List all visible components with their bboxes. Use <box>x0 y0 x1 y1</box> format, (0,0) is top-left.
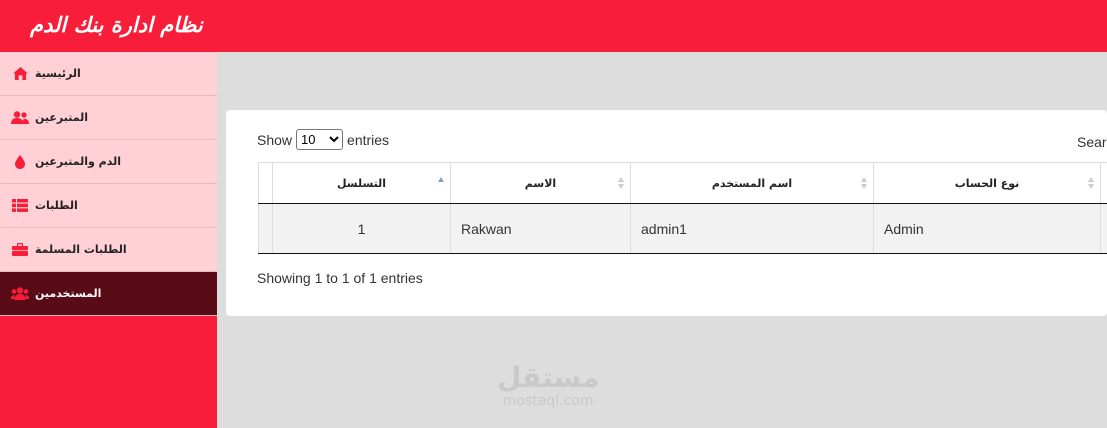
list-icon <box>11 199 29 213</box>
table-header-spacer <box>1100 163 1107 203</box>
home-icon <box>11 67 29 81</box>
main-content: Show 10 entries Sear التسلسل الاسم اسم ا… <box>217 52 1107 428</box>
watermark-arabic: مستقل <box>497 361 600 394</box>
watermark-latin: mostaql.com <box>502 393 594 409</box>
column-header-label: اسم المستخدم <box>711 176 793 190</box>
entries-label: entries <box>347 131 390 148</box>
sort-ascending-icon <box>438 177 444 189</box>
column-header-label: نوع الحساب <box>954 176 1020 190</box>
app-header: نظام ادارة بنك الدم <box>0 0 1107 52</box>
sidebar-item-requests[interactable]: الطلبات <box>0 184 217 228</box>
sidebar-item-donors[interactable]: المتبرعين <box>0 96 217 140</box>
table-cell-serial: 1 <box>272 204 450 253</box>
search-label: Sear <box>1077 134 1107 150</box>
table-body: 1 Rakwan admin1 Admin <box>258 204 1107 254</box>
table-cell-spacer <box>1100 204 1107 253</box>
sidebar-item-users[interactable]: المستخدمين <box>0 272 217 316</box>
sort-icon <box>618 177 624 189</box>
table-cell-username: admin1 <box>630 204 873 253</box>
sidebar: الرئيسية المتبرعين الدم والمتبرعين الطلب… <box>0 52 217 428</box>
users-icon <box>11 287 29 301</box>
page-length-control: Show 10 entries <box>257 129 389 150</box>
sidebar-item-delivered-requests[interactable]: الطلبات المسلمة <box>0 228 217 272</box>
sort-icon <box>1088 177 1094 189</box>
column-header-name[interactable]: الاسم <box>450 163 630 203</box>
page-length-select[interactable]: 10 <box>296 129 344 150</box>
column-header-username[interactable]: اسم المستخدم <box>630 163 873 203</box>
sidebar-item-label: الطلبات المسلمة <box>35 243 127 256</box>
table-cell-spacer <box>258 204 272 253</box>
sidebar-item-label: الطلبات <box>35 199 78 212</box>
table-header-spacer <box>258 163 272 203</box>
toolbox-icon <box>11 243 29 257</box>
sidebar-item-label: الدم والمتبرعين <box>35 155 121 168</box>
table-info: Showing 1 to 1 of 1 entries <box>257 270 423 286</box>
table-row[interactable]: 1 Rakwan admin1 Admin <box>258 204 1107 254</box>
watermark-logo: مستقل mostaql.com <box>497 361 600 410</box>
table-header: التسلسل الاسم اسم المستخدم نوع الحساب <box>258 163 1107 204</box>
users-table: التسلسل الاسم اسم المستخدم نوع الحساب 1 … <box>258 162 1107 254</box>
column-header-serial[interactable]: التسلسل <box>272 163 450 203</box>
sidebar-item-blood-donors[interactable]: الدم والمتبرعين <box>0 140 217 184</box>
sidebar-item-home[interactable]: الرئيسية <box>0 52 217 96</box>
users-table-card: Show 10 entries Sear التسلسل الاسم اسم ا… <box>226 110 1107 316</box>
table-cell-account-type: Admin <box>873 204 1100 253</box>
sidebar-item-label: الرئيسية <box>35 67 81 80</box>
column-header-account-type[interactable]: نوع الحساب <box>873 163 1100 203</box>
users-icon <box>11 111 29 125</box>
sidebar-item-label: المستخدمين <box>35 287 102 300</box>
show-label: Show <box>257 131 293 148</box>
app-title: نظام ادارة بنك الدم <box>30 12 203 37</box>
column-header-label: التسلسل <box>336 176 387 190</box>
table-cell-name: Rakwan <box>450 204 630 253</box>
column-header-label: الاسم <box>524 176 557 190</box>
sort-icon <box>861 177 867 189</box>
sidebar-item-label: المتبرعين <box>35 111 89 124</box>
blood-drop-icon <box>11 154 29 169</box>
